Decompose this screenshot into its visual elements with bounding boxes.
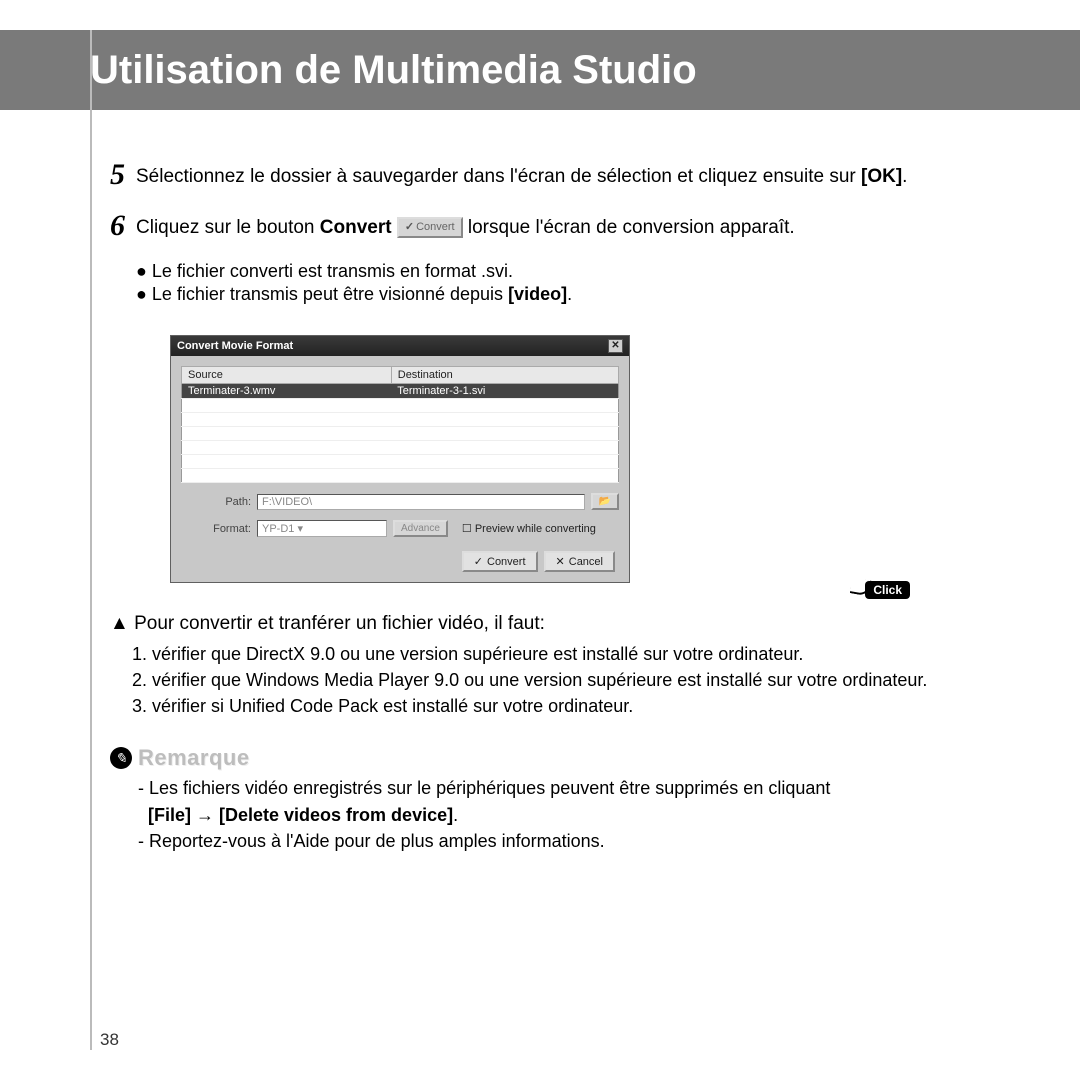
preview-checkbox[interactable]: ☐ Preview while converting bbox=[462, 522, 596, 535]
step-6: 6 Cliquez sur le bouton Convert ✓Convert… bbox=[110, 211, 1010, 242]
bullet: ● Le fichier converti est transmis en fo… bbox=[136, 261, 1010, 282]
page-number: 38 bbox=[100, 1030, 119, 1050]
left-margin-rule bbox=[90, 30, 92, 1050]
format-label: Format: bbox=[201, 523, 251, 535]
format-row: Format: YP-D1 ▾ Advance ☐ Preview while … bbox=[181, 520, 619, 537]
convert-inline-button-image: ✓Convert bbox=[397, 217, 463, 238]
page-title: Utilisation de Multimedia Studio bbox=[90, 48, 697, 93]
step-6-bullets: ● Le fichier converti est transmis en fo… bbox=[136, 261, 1010, 305]
table-row bbox=[182, 469, 619, 483]
requirements-heading: ▲ Pour convertir et tranférer un fichier… bbox=[110, 613, 1010, 635]
table-row[interactable]: Terminater-3.wmv Terminater-3-1.svi bbox=[182, 384, 619, 399]
click-callout: Click bbox=[865, 581, 910, 599]
note-section: ✎ Remarque - Les fichiers vidéo enregist… bbox=[110, 745, 1010, 853]
requirements-list: 1. vérifier que DirectX 9.0 ou une versi… bbox=[132, 641, 1010, 719]
advance-button[interactable]: Advance bbox=[393, 520, 448, 537]
note-body: - Les fichiers vidéo enregistrés sur le … bbox=[138, 775, 1010, 853]
bullet: ● Le fichier transmis peut être visionné… bbox=[136, 284, 1010, 305]
path-row: Path: F:\VIDEO\ 📂 bbox=[181, 493, 619, 510]
step-number: 5 bbox=[110, 160, 136, 190]
dialog-screenshot: Convert Movie Format ✕ Source Destinatio… bbox=[170, 335, 1010, 583]
requirements-section: ▲ Pour convertir et tranférer un fichier… bbox=[110, 613, 1010, 719]
col-source: Source bbox=[182, 367, 392, 384]
path-label: Path: bbox=[201, 496, 251, 508]
file-table: Source Destination Terminater-3.wmv Term… bbox=[181, 366, 619, 483]
browse-button[interactable]: 📂 bbox=[591, 493, 619, 510]
dialog-actions: ✓ Convert ✕ Cancel bbox=[181, 551, 619, 572]
close-icon[interactable]: ✕ bbox=[608, 339, 623, 353]
table-row bbox=[182, 455, 619, 469]
convert-dialog: Convert Movie Format ✕ Source Destinatio… bbox=[170, 335, 630, 583]
step-number: 6 bbox=[110, 211, 136, 241]
list-item: 3. vérifier si Unified Code Pack est ins… bbox=[132, 693, 1010, 719]
cancel-button[interactable]: ✕ Cancel bbox=[544, 551, 615, 572]
path-input[interactable]: F:\VIDEO\ bbox=[257, 494, 585, 510]
note-line: - Les fichiers vidéo enregistrés sur le … bbox=[138, 775, 1010, 827]
list-item: 2. vérifier que Windows Media Player 9.0… bbox=[132, 667, 1010, 693]
col-destination: Destination bbox=[391, 367, 618, 384]
list-item: 1. vérifier que DirectX 9.0 ou une versi… bbox=[132, 641, 1010, 667]
dialog-title-text: Convert Movie Format bbox=[177, 340, 293, 352]
step-5: 5 Sélectionnez le dossier à sauvegarder … bbox=[110, 160, 1010, 191]
note-icon: ✎ bbox=[110, 747, 132, 769]
table-row bbox=[182, 427, 619, 441]
convert-button[interactable]: ✓ Convert bbox=[462, 551, 538, 572]
content-area: 5 Sélectionnez le dossier à sauvegarder … bbox=[110, 160, 1010, 854]
dialog-titlebar: Convert Movie Format ✕ bbox=[171, 336, 629, 356]
step-text: Sélectionnez le dossier à sauvegarder da… bbox=[136, 160, 907, 191]
step-text: Cliquez sur le bouton Convert ✓Convert l… bbox=[136, 211, 795, 242]
format-select[interactable]: YP-D1 ▾ bbox=[257, 520, 387, 537]
note-title: Remarque bbox=[138, 745, 250, 771]
table-row bbox=[182, 399, 619, 413]
page-header: Utilisation de Multimedia Studio bbox=[0, 30, 1080, 110]
table-row bbox=[182, 413, 619, 427]
note-line: - Reportez-vous à l'Aide pour de plus am… bbox=[138, 828, 1010, 854]
table-row bbox=[182, 441, 619, 455]
